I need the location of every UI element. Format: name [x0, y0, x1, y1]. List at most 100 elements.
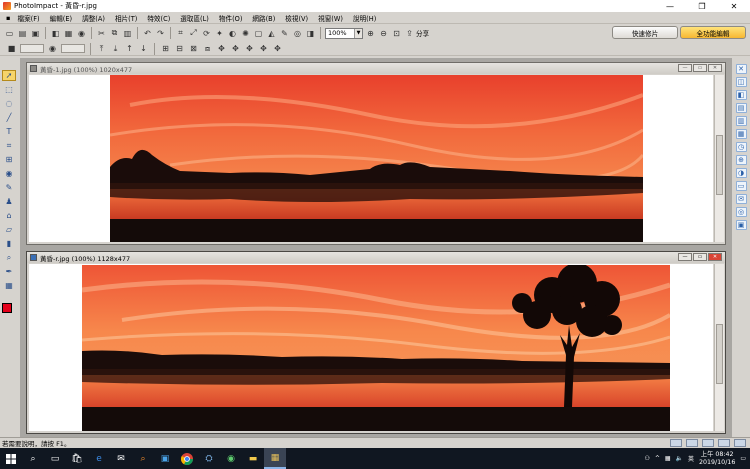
chrome-icon[interactable] — [176, 448, 198, 469]
easy-palette-icon[interactable]: ◫ — [735, 77, 747, 87]
vertical-scrollbar[interactable] — [714, 264, 724, 431]
vertical-scrollbar[interactable] — [714, 75, 724, 242]
status-icon-2[interactable] — [686, 439, 698, 447]
doc-close-button[interactable]: ✕ — [708, 253, 722, 261]
menu-help[interactable]: 說明(H) — [348, 13, 381, 23]
option-field-2[interactable] — [61, 44, 85, 53]
edge-icon[interactable]: e — [88, 448, 110, 469]
folder-icon[interactable]: ▬ — [242, 448, 264, 469]
arrange-3-icon[interactable]: ⊠ — [188, 43, 199, 54]
status-icon-1[interactable] — [670, 439, 682, 447]
store-icon[interactable]: 🛍 — [66, 448, 88, 469]
align-down-icon[interactable]: ↓ — [138, 43, 149, 54]
menu-edit[interactable]: 編輯(E) — [45, 13, 78, 23]
arrange-2-icon[interactable]: ⊟ — [174, 43, 185, 54]
zoom-out-icon[interactable]: ⊖ — [378, 28, 389, 39]
enhance-icon[interactable]: ✦ — [214, 28, 225, 39]
line-tool-icon[interactable]: ╱ — [2, 112, 16, 123]
doc-minimize-button[interactable]: — — [678, 64, 692, 72]
eyedropper-tool-icon[interactable]: ✒ — [2, 266, 16, 277]
color-panel-icon[interactable]: ◑ — [735, 168, 747, 178]
attribute-panel-icon[interactable]: ▦ — [735, 129, 747, 139]
foreground-color[interactable] — [2, 303, 12, 313]
media-icon[interactable]: ◉ — [220, 448, 242, 469]
menu-window[interactable]: 視窗(W) — [313, 13, 348, 23]
minimize-button[interactable]: — — [654, 0, 686, 12]
zoom-in-icon[interactable]: ⊕ — [365, 28, 376, 39]
align-up-icon[interactable]: ↑ — [124, 43, 135, 54]
maximize-button[interactable]: ❐ — [686, 0, 718, 12]
color-swatch-icon[interactable]: ■ — [6, 43, 17, 54]
share-button[interactable]: ⇪ 分享 — [404, 28, 429, 39]
photoimpact-icon[interactable]: ▦ — [264, 448, 286, 469]
status-icon-3[interactable] — [702, 439, 714, 447]
fill-tool-icon[interactable]: ▮ — [2, 238, 16, 249]
print-icon[interactable]: ▦ — [63, 28, 74, 39]
search-icon[interactable]: ⌕ — [22, 448, 44, 469]
doc-minimize-button[interactable]: — — [678, 253, 692, 261]
people-icon[interactable]: ⚇ — [644, 455, 649, 462]
chevron-down-icon[interactable]: ▼ — [354, 28, 362, 38]
mask-icon[interactable]: ◐ — [227, 28, 238, 39]
menu-web[interactable]: 網路(B) — [247, 13, 280, 23]
close-button[interactable]: ✕ — [718, 0, 750, 12]
document-window-2[interactable]: 黃昏-r.jpg (100%) 1128x477 — ▭ ✕ — [26, 251, 726, 434]
brush-icon[interactable]: ✎ — [279, 28, 290, 39]
clone-tool-icon[interactable]: ♟ — [2, 196, 16, 207]
layer-manager-icon[interactable]: ◧ — [735, 90, 747, 100]
notification-icon[interactable]: ▭ — [740, 455, 746, 462]
move-4-icon[interactable]: ✥ — [258, 43, 269, 54]
menu-object[interactable]: 物件(O) — [214, 13, 248, 23]
move-3-icon[interactable]: ✥ — [244, 43, 255, 54]
fit-window-icon[interactable]: ⊡ — [391, 28, 402, 39]
color-swatches[interactable] — [2, 303, 18, 319]
resize-icon[interactable]: ⤢ — [188, 28, 199, 39]
crop-tool-icon[interactable]: ⌗ — [2, 140, 16, 151]
cut-icon[interactable]: ✂ — [96, 28, 107, 39]
open-folder-icon[interactable]: ▤ — [17, 28, 28, 39]
stamp-tool-icon[interactable]: ▦ — [2, 280, 16, 291]
panel-close-icon[interactable]: ✕ — [735, 64, 747, 74]
menu-file[interactable]: 檔案(F) — [12, 13, 44, 23]
zoom-select[interactable]: 100% ▼ — [325, 27, 363, 39]
document-panel-icon[interactable]: ▭ — [735, 181, 747, 191]
history-icon[interactable]: ◷ — [735, 142, 747, 152]
status-icon-5[interactable] — [734, 439, 746, 447]
document-window-1[interactable]: 黃昏-1.jpg (100%) 1020x477 — ▭ ✕ — [26, 62, 726, 245]
doc-maximize-button[interactable]: ▭ — [693, 64, 707, 72]
copy-icon[interactable]: ⧉ — [109, 28, 120, 39]
start-icon[interactable] — [0, 448, 22, 469]
navigator-icon[interactable]: ⊕ — [735, 155, 747, 165]
doc-close-button[interactable]: ✕ — [708, 64, 722, 72]
menu-view[interactable]: 檢視(V) — [280, 13, 313, 23]
status-icon-4[interactable] — [718, 439, 730, 447]
camera-icon[interactable]: ◉ — [76, 28, 87, 39]
clock[interactable]: 上午 08:42 2019/10/16 — [699, 451, 735, 467]
menu-adjust[interactable]: 調整(A) — [77, 13, 110, 23]
text-tool-icon[interactable]: T — [2, 126, 16, 137]
tab-quick-fix[interactable]: 快速修片 — [612, 26, 678, 39]
menu-effect[interactable]: 特效(C) — [142, 13, 175, 23]
volume-icon[interactable]: 🔈 — [676, 455, 683, 462]
arrange-4-icon[interactable]: ⧈ — [202, 43, 213, 54]
save-icon[interactable]: ▣ — [30, 28, 41, 39]
radio-icon[interactable]: ◉ — [47, 43, 58, 54]
align-top-icon[interactable]: ⤒ — [96, 43, 107, 54]
canvas-area[interactable] — [29, 264, 713, 431]
gallery-icon[interactable]: ▤ — [735, 103, 747, 113]
effects-icon[interactable]: ✺ — [240, 28, 251, 39]
paste-icon[interactable]: ▥ — [122, 28, 133, 39]
preview-icon[interactable]: ◨ — [305, 28, 316, 39]
document-title-bar-active[interactable]: 黃昏-r.jpg (100%) 1128x477 — ▭ ✕ — [27, 252, 725, 263]
lasso-tool-icon[interactable]: ◌ — [2, 98, 16, 109]
new-file-icon[interactable]: ▭ — [4, 28, 15, 39]
mail-icon[interactable]: ✉ — [110, 448, 132, 469]
ime-indicator[interactable]: 英 — [688, 454, 694, 463]
mail-panel-icon[interactable]: ✉ — [735, 194, 747, 204]
web-icon[interactable]: ◎ — [292, 28, 303, 39]
transform-tool-icon[interactable]: ⊞ — [2, 154, 16, 165]
eraser-tool-icon[interactable]: ▱ — [2, 224, 16, 235]
scan-icon[interactable]: ◧ — [50, 28, 61, 39]
arrange-icon[interactable]: ⊞ — [160, 43, 171, 54]
menu-photo[interactable]: 相片(T) — [110, 13, 142, 23]
